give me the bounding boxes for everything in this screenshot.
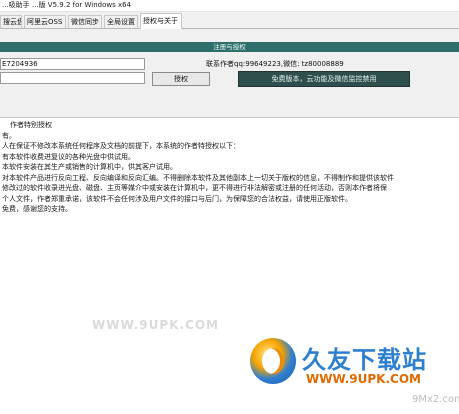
license-line: 人在保证不修改本系统任何程序及文档的前提下，本系统的作者特授权以下： <box>2 142 240 150</box>
license-line: 免费，感谢您的支持。 <box>2 205 72 213</box>
tab-wechat-sync[interactable]: 微信同步 <box>68 15 102 28</box>
brand-sub: 9Mx2.com <box>412 394 459 405</box>
machine-code-field[interactable]: E7204936 <box>0 58 145 70</box>
tab-search-cloud[interactable]: 搜云盘 <box>0 15 22 28</box>
license-line: 有本软件收费进复议的各种光盘中供试用。 <box>2 152 135 161</box>
authorize-button[interactable]: 授权 <box>152 72 210 86</box>
license-heading: 作者特别授权 <box>10 121 52 129</box>
tab-aliyun-oss[interactable]: 阿里云OSS <box>24 15 66 28</box>
license-line: 个人文件，作者郑重承诺，该软件不会任何涉及用户文件的接口与后门，为保障您的合法权… <box>2 194 352 203</box>
license-line: 对本软件产品进行反向工程、反向编译和反向汇编。不得删除本软件及其他副本上一切关于… <box>2 173 394 182</box>
free-version-button[interactable]: 免费版本，云功能及微信监控禁用 <box>238 71 410 87</box>
tab-bar: 搜云盘 阿里云OSS 微信同步 全局设置 授权与关于 <box>0 12 459 29</box>
section-title: 注册与授权 <box>0 42 459 52</box>
license-line: 修改过的软件收录进光盘、磁盘、主页等媒介中或安装在计算机中，更不得进行非法解密或… <box>2 184 387 192</box>
brand-url: WWW.9UPK.COM <box>306 372 421 386</box>
brand-logo-block: 久友下载站 WWW.9UPK.COM 9Mx2.com <box>232 322 459 414</box>
brand-logo-icon <box>250 338 296 384</box>
license-key-input[interactable] <box>0 72 145 84</box>
author-contact-info: 联系作者qq:99649223,微信: tz80008889 <box>206 60 344 68</box>
license-line: 有。 <box>2 131 16 140</box>
app-window: ...吸助手 ...版 V5.9.2 for Windows x64 搜云盘 阿… <box>0 0 459 414</box>
window-title: ...吸助手 ...版 V5.9.2 for Windows x64 <box>0 0 459 12</box>
brand-name: 久友下载站 <box>302 346 427 374</box>
license-line: 本软件安装在其生产或销售的计算机中，供其客户试用。 <box>2 163 177 171</box>
license-panel: 注册与授权 E7204936 联系作者qq:99649223,微信: tz800… <box>0 29 459 117</box>
tab-global-settings[interactable]: 全局设置 <box>104 15 138 28</box>
tab-license-about[interactable]: 授权与关于 <box>140 13 182 29</box>
watermark-text: WWW.9UPK.COM <box>92 318 219 332</box>
